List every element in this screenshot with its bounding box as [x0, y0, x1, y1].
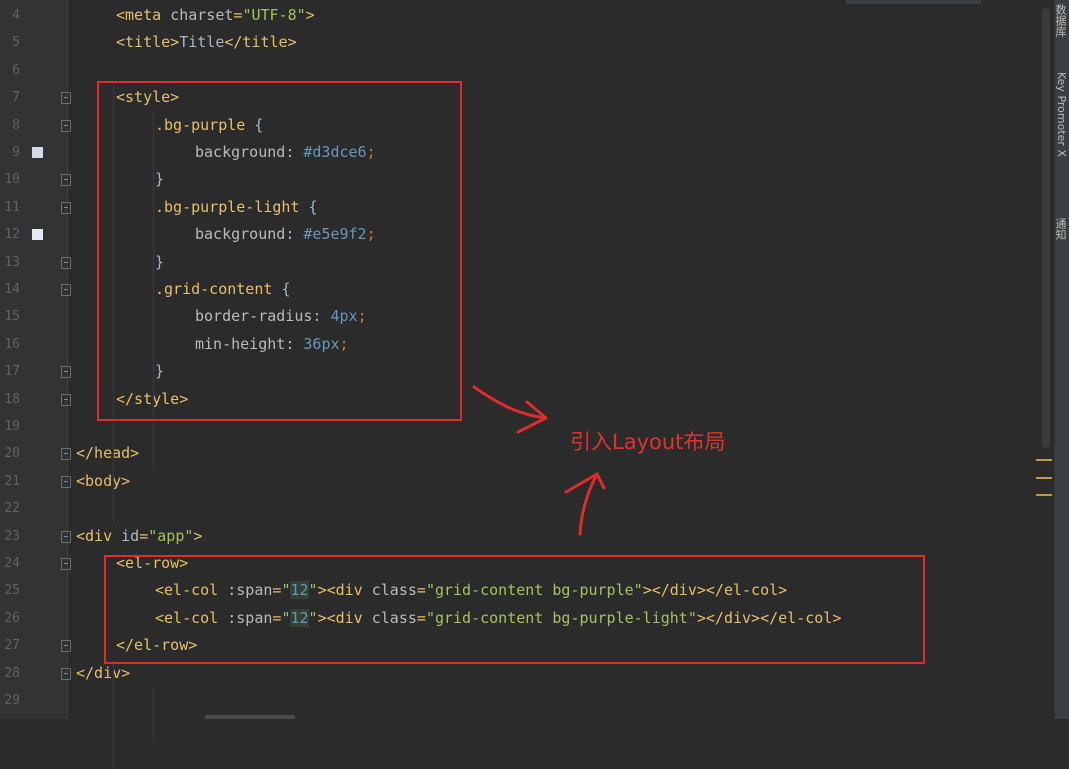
top-popup-edge	[846, 0, 981, 4]
line-number: 4	[12, 8, 20, 23]
fold-toggle-icon[interactable]	[61, 201, 71, 214]
scroll-marker	[1036, 477, 1052, 479]
line-number: 24	[4, 556, 20, 571]
code-token: <meta	[116, 6, 171, 24]
indent-guide	[153, 687, 154, 742]
code-token: </div>	[76, 663, 131, 682]
code-token: >	[305, 6, 315, 24]
code-token: <body>	[76, 471, 131, 490]
tool-tab-notifications[interactable]: 通知	[1054, 218, 1068, 240]
fold-toggle-icon[interactable]	[61, 174, 71, 187]
line-number: 25	[4, 583, 20, 599]
code-token: id	[121, 526, 140, 545]
style-block-highlight	[97, 81, 462, 421]
line-number: 27	[4, 638, 20, 654]
code-token: >	[193, 526, 203, 545]
code-token: </head>	[76, 444, 140, 463]
line-number: 13	[4, 254, 20, 270]
fold-toggle-icon[interactable]	[61, 284, 71, 296]
line-number: 15	[4, 309, 20, 325]
line-number: 6	[12, 62, 20, 78]
line-number: 14	[4, 282, 20, 297]
line-number: 9	[12, 145, 20, 160]
code-token: </title>	[224, 33, 297, 52]
fold-toggle-icon[interactable]	[61, 256, 71, 269]
code-line[interactable]: <div id="app">	[76, 523, 202, 550]
line-number: 18	[4, 391, 20, 407]
fold-toggle-icon[interactable]	[61, 393, 71, 406]
fold-toggle-icon[interactable]	[61, 475, 71, 488]
fold-toggle-icon[interactable]	[61, 640, 71, 653]
line-number: 29	[4, 693, 20, 708]
line-number: 12	[4, 227, 20, 243]
fold-toggle-icon[interactable]	[61, 92, 71, 105]
indent-guide	[113, 659, 114, 769]
fold-toggle-icon[interactable]	[61, 558, 71, 570]
code-line[interactable]: <body>	[76, 468, 130, 495]
code-token: <div	[76, 526, 122, 545]
line-number: 10	[4, 172, 20, 188]
line-number: 23	[4, 528, 20, 544]
code-token: Title	[179, 33, 225, 52]
tool-tab-key-promoter[interactable]: Key Promoter X	[1055, 72, 1068, 157]
scroll-marker	[1036, 494, 1052, 496]
code-line[interactable]: <meta charset="UTF-8">	[116, 2, 315, 29]
color-preview-icon[interactable]	[32, 229, 43, 241]
fold-toggle-icon[interactable]	[61, 530, 71, 543]
line-number: 19	[4, 419, 20, 434]
line-number: 11	[4, 199, 20, 215]
fold-toggle-icon[interactable]	[61, 119, 71, 132]
line-number: 16	[4, 336, 20, 352]
code-token: "UTF-8"	[242, 6, 306, 24]
scroll-marker	[1036, 459, 1052, 461]
line-number: 26	[4, 610, 20, 626]
tool-tab-database[interactable]: 数据库	[1054, 4, 1068, 37]
line-number: 5	[12, 35, 20, 51]
code-token: <title>	[116, 33, 180, 52]
line-number: 28	[4, 665, 20, 681]
code-line[interactable]: <title>Title</title>	[116, 29, 297, 56]
code-token: "app"	[148, 526, 194, 545]
fold-toggle-icon[interactable]	[61, 667, 71, 680]
line-number: 20	[4, 446, 20, 462]
line-number: 7	[12, 90, 20, 106]
color-preview-icon[interactable]	[32, 147, 43, 158]
line-number: 22	[4, 501, 20, 517]
el-row-block-highlight	[104, 555, 925, 664]
code-token: charset	[170, 6, 234, 24]
annotation-label: 引入Layout布局	[570, 430, 726, 454]
fold-toggle-icon[interactable]	[61, 448, 71, 461]
bottom-scroll-indicator	[205, 715, 295, 719]
code-line[interactable]: </head>	[76, 440, 139, 467]
line-number: 8	[12, 117, 20, 133]
fold-toggle-icon[interactable]	[61, 366, 71, 379]
code-token: =	[139, 526, 149, 545]
line-number: 21	[4, 473, 20, 489]
scrollbar-thumb[interactable]	[1042, 8, 1050, 448]
line-number: 17	[4, 364, 20, 380]
